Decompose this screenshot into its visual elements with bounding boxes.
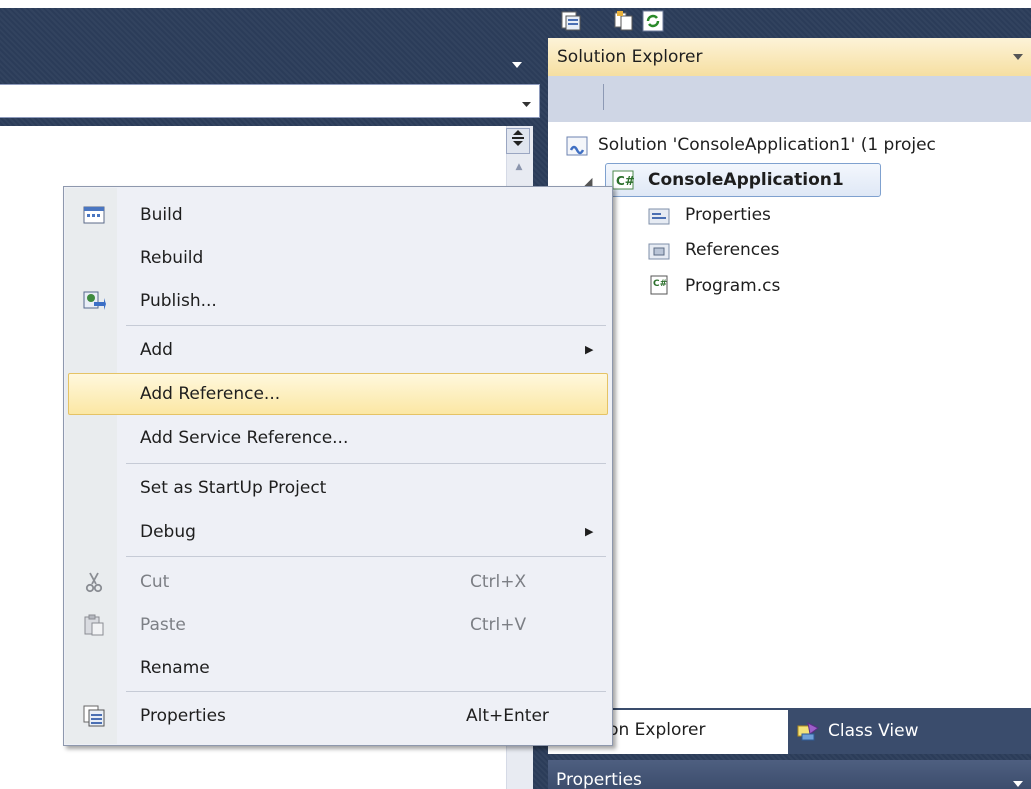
show-all-files-icon[interactable]	[613, 10, 635, 32]
menu-item-rebuild[interactable]: Rebuild	[68, 238, 608, 278]
menu-item-set-startup-project[interactable]: Set as StartUp Project	[68, 468, 608, 508]
project-label: ConsoleApplication1	[648, 170, 844, 190]
solution-explorer-title: Solution Explorer	[557, 47, 703, 67]
properties-folder-icon	[648, 208, 670, 225]
cut-icon	[85, 572, 103, 593]
menu-item-rebuild-label: Rebuild	[140, 248, 204, 268]
member-dropdown[interactable]	[0, 84, 540, 118]
menu-separator	[126, 325, 606, 326]
class-view-icon	[797, 722, 819, 741]
refresh-icon[interactable]	[642, 10, 664, 32]
split-window-button[interactable]	[506, 128, 530, 154]
menu-item-paste-shortcut: Ctrl+V	[470, 615, 527, 635]
menu-separator	[126, 463, 606, 464]
scroll-up-icon[interactable]: ▲	[510, 162, 528, 180]
menu-item-add-reference[interactable]: Add Reference...	[68, 373, 608, 415]
properties-icon	[83, 705, 105, 727]
project-context-menu: Build Rebuild Publish... Add ▶ Add Refer…	[63, 186, 613, 746]
editor-header	[0, 8, 541, 82]
solution-explorer-toolbar	[548, 76, 1031, 122]
build-icon	[83, 206, 105, 224]
solution-tree	[548, 122, 1031, 708]
window-position-dropdown-icon[interactable]	[1013, 53, 1023, 61]
paste-icon	[84, 614, 104, 636]
svg-text:C#: C#	[653, 279, 667, 289]
menu-separator	[126, 556, 606, 557]
menu-item-add[interactable]: Add ▶	[68, 330, 608, 370]
menu-item-add-label: Add	[140, 340, 173, 360]
properties-window-title: Properties	[556, 770, 642, 789]
menu-item-paste-label: Paste	[140, 615, 186, 635]
menu-item-rename[interactable]: Rename	[68, 648, 608, 688]
references-folder-icon	[648, 243, 670, 260]
split-icon	[512, 130, 524, 146]
menu-item-publish-label: Publish...	[140, 291, 217, 311]
menu-item-publish[interactable]: Publish...	[68, 281, 608, 321]
properties-window-title-bar: Properties	[548, 760, 1031, 789]
chevron-down-icon	[522, 102, 531, 107]
menu-item-build[interactable]: Build	[68, 195, 608, 235]
tab-class-view-label: Class View	[828, 721, 919, 741]
window-position-dropdown-icon[interactable]	[1013, 780, 1023, 788]
publish-icon	[83, 291, 106, 310]
submenu-arrow-icon: ▶	[585, 525, 594, 538]
csharp-project-icon: C#	[612, 170, 634, 190]
menu-item-debug[interactable]: Debug ▶	[68, 512, 608, 552]
menu-item-build-label: Build	[140, 205, 183, 225]
menu-item-properties[interactable]: Properties Alt+Enter	[68, 696, 608, 736]
menu-item-properties-label: Properties	[140, 706, 226, 726]
menu-item-cut-label: Cut	[140, 572, 170, 592]
solution-explorer-title-bar: Solution Explorer	[548, 38, 1031, 76]
solution-label: Solution 'ConsoleApplication1' (1 projec	[598, 135, 936, 155]
menu-item-set-startup-label: Set as StartUp Project	[140, 478, 327, 498]
properties-label: Properties	[685, 205, 771, 225]
solution-icon	[566, 136, 588, 156]
menu-item-add-service-reference-label: Add Service Reference...	[140, 428, 349, 448]
menu-item-add-service-reference[interactable]: Add Service Reference...	[68, 418, 608, 458]
properties-icon[interactable]	[560, 10, 582, 32]
window-position-dropdown-icon[interactable]	[512, 60, 522, 70]
tab-class-view[interactable]: Class View	[792, 714, 918, 748]
csharp-file-icon: C#	[650, 275, 668, 295]
submenu-arrow-icon: ▶	[585, 343, 594, 356]
svg-text:C#: C#	[616, 174, 634, 188]
program-cs-label: Program.cs	[685, 276, 781, 296]
menu-item-properties-shortcut: Alt+Enter	[466, 706, 549, 726]
top-edge	[0, 0, 1031, 8]
toolbar-separator	[603, 84, 604, 110]
menu-separator	[126, 691, 606, 692]
menu-item-rename-label: Rename	[140, 658, 210, 678]
menu-item-add-reference-label: Add Reference...	[140, 384, 281, 404]
menu-item-debug-label: Debug	[140, 522, 196, 542]
menu-item-paste[interactable]: Paste Ctrl+V	[68, 605, 608, 645]
references-label: References	[685, 240, 780, 260]
menu-item-cut-shortcut: Ctrl+X	[470, 572, 527, 592]
menu-item-cut[interactable]: Cut Ctrl+X	[68, 562, 608, 602]
